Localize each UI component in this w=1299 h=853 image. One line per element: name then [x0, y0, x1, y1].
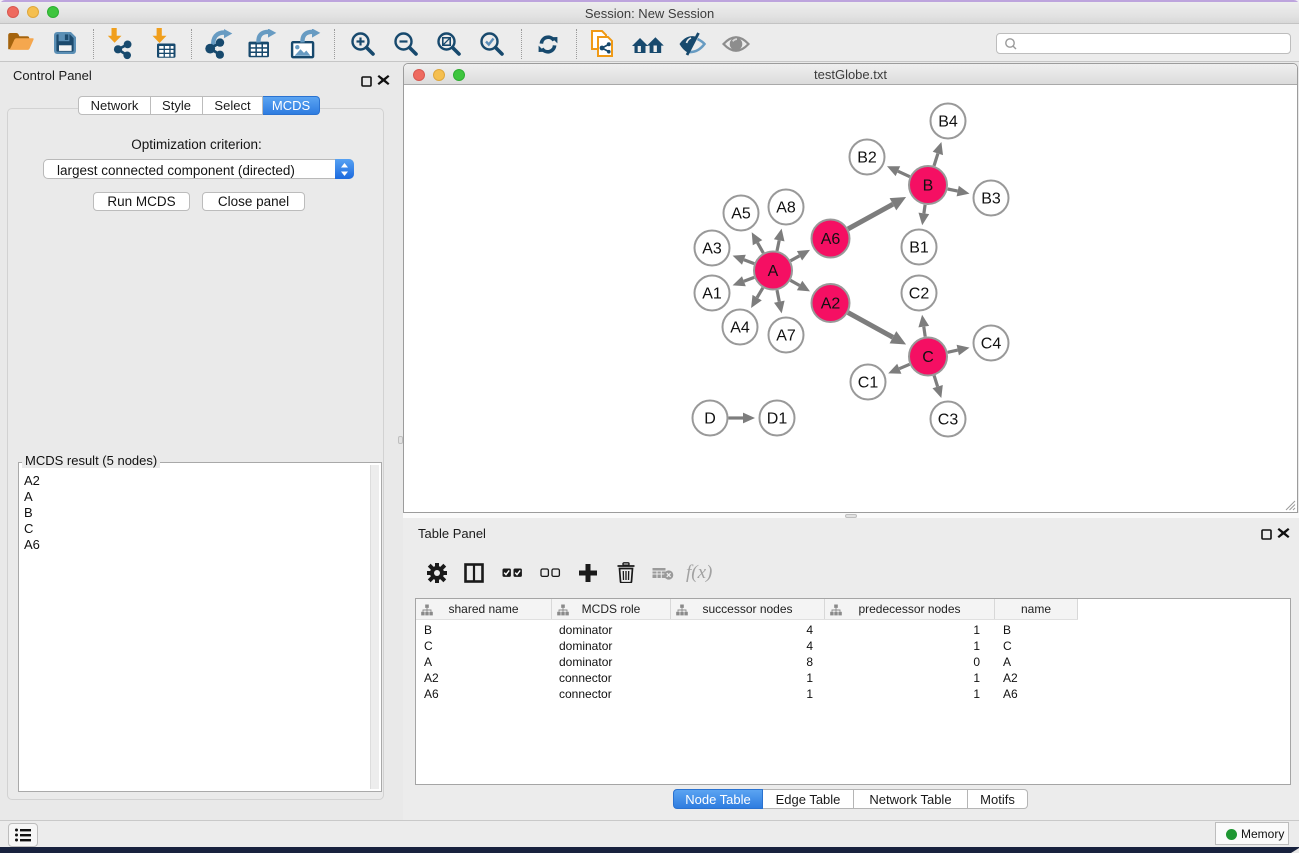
svg-text:A7: A7 [776, 328, 796, 345]
svg-text:D1: D1 [767, 411, 788, 428]
svg-text:B1: B1 [909, 240, 929, 257]
svg-text:A1: A1 [702, 286, 722, 303]
svg-text:C3: C3 [938, 412, 959, 429]
svg-text:A: A [768, 263, 779, 280]
svg-text:C2: C2 [909, 286, 930, 303]
svg-text:A5: A5 [731, 206, 751, 223]
svg-text:C: C [922, 349, 934, 366]
svg-text:A4: A4 [730, 320, 750, 337]
svg-text:D: D [704, 411, 716, 428]
svg-text:A6: A6 [821, 231, 841, 248]
svg-text:C4: C4 [981, 336, 1002, 353]
svg-text:B: B [923, 178, 934, 195]
svg-text:A2: A2 [821, 296, 841, 313]
svg-text:B2: B2 [857, 150, 877, 167]
svg-text:C1: C1 [858, 375, 879, 392]
svg-text:A8: A8 [776, 200, 796, 217]
svg-text:B3: B3 [981, 191, 1001, 208]
svg-text:B4: B4 [938, 114, 958, 131]
svg-text:A3: A3 [702, 241, 722, 258]
